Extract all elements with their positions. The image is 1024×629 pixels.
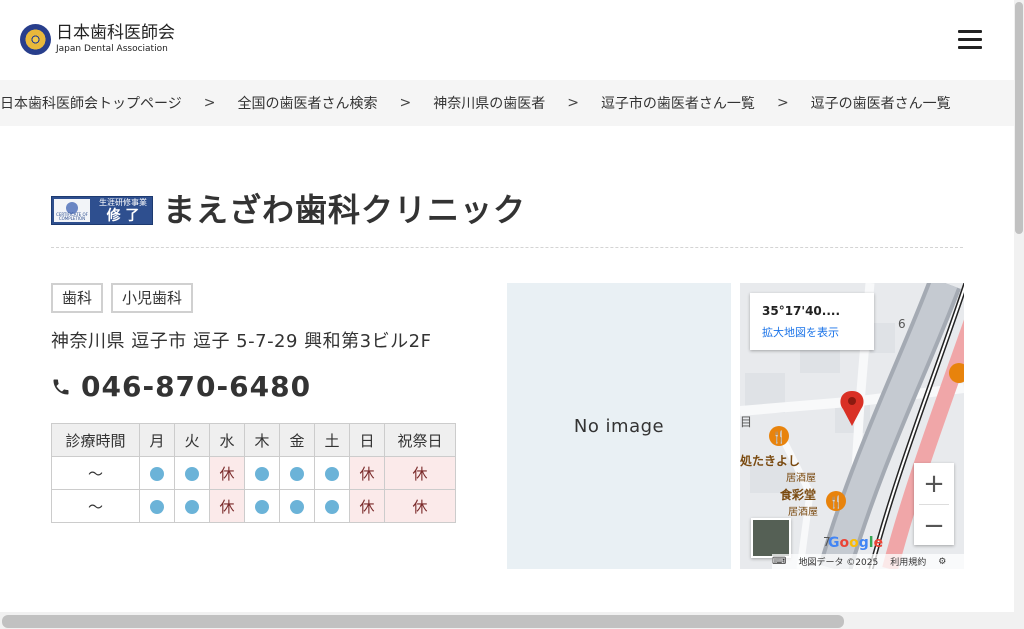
map-info-card: 35°17'40.... 拡大地図を表示 [750,293,874,350]
breadcrumb-separator: > [399,95,412,111]
table-header: 火 [174,423,210,457]
menu-icon[interactable] [958,30,982,50]
horizontal-scrollbar-thumb[interactable] [2,615,844,628]
map-footer: ⌨ 地図データ ©2025 利用規約 ⚙ [772,554,964,569]
table-header: 祝祭日 [384,423,456,457]
vertical-scrollbar-thumb[interactable] [1015,2,1023,234]
zoom-in-button[interactable]: + [914,463,954,504]
map-attribution: 地図データ ©2025 [798,558,879,568]
table-cell [279,489,315,523]
breadcrumb-separator: > [203,95,216,111]
table-cell [174,456,210,490]
table-header: 月 [139,423,175,457]
open-dot-icon [255,466,269,481]
breadcrumb-separator: > [567,95,579,111]
google-logo: Google [828,535,884,551]
site-header: 日本歯科医師会 Japan Dental Association [0,0,1014,80]
table-header: 土 [314,423,350,457]
specialty-tags: 歯科 小児歯科 [51,283,201,313]
map-coordinates: 35°17'40.... [762,304,841,318]
map-place-sublabel: 居酒屋 [788,507,818,518]
vertical-scrollbar[interactable] [1014,0,1024,629]
table-cell-time: 〜 [51,489,140,523]
table-header-row: 診療時間 月 火 水 木 金 土 日 祝祭日 [51,423,456,457]
table-cell [244,489,280,523]
keyboard-shortcuts-icon[interactable]: ⌨ [772,556,786,567]
open-dot-icon [185,499,199,514]
specialty-tag: 歯科 [51,283,104,313]
table-cell [314,489,350,523]
breadcrumb-item-search[interactable]: 全国の歯医者さん検索 [237,93,377,113]
open-dot-icon [325,466,339,481]
certificate-seal-icon: CERTIFICATE OF COMPLETION [54,199,90,222]
map-place-label: 処たきよし [740,454,801,468]
phone-number[interactable]: 046-870-6480 [81,370,311,403]
table-header: 水 [209,423,245,457]
badge-top-text: 生涯研修事業 [99,198,147,207]
google-map[interactable]: 🍴 🍴 処たきよし 居酒屋 食彩堂 居酒屋 6 7 目 35°17'40....… [740,283,964,569]
open-dot-icon [290,499,304,514]
horizontal-scrollbar[interactable] [0,612,1014,629]
table-cell [174,489,210,523]
logo-title: 日本歯科医師会 [56,23,175,43]
open-dot-icon [150,499,164,514]
table-cell [244,456,280,490]
open-dot-icon [150,466,164,481]
site-logo[interactable]: 日本歯科医師会 Japan Dental Association [20,24,175,55]
table-cell [279,456,315,490]
logo-emblem-icon [20,24,51,55]
table-cell [314,456,350,490]
breadcrumb-item-area[interactable]: 逗子の歯医者さん一覧 [811,93,951,113]
clinic-address: 神奈川県 逗子市 逗子 5-7-29 興和第3ビル2F [51,331,432,352]
logo-subtitle: Japan Dental Association [56,44,168,54]
table-cell [139,456,175,490]
table-cell-closed: 休 [384,489,456,523]
training-completion-badge: CERTIFICATE OF COMPLETION 生涯研修事業 修 了 [51,196,153,225]
clinic-name: まえざわ歯科クリニック [163,191,527,229]
table-cell-closed: 休 [349,456,385,490]
map-settings-icon[interactable]: ⚙ [938,557,946,567]
table-cell-closed: 休 [384,456,456,490]
map-zoom-control: + − [914,463,954,545]
table-row: 〜 休 休 休 [51,489,456,523]
specialty-tag: 小児歯科 [111,283,194,313]
table-row: 〜 休 休 休 [51,456,456,490]
svg-text:🍴: 🍴 [772,430,787,444]
map-area-label: 目 [740,415,753,429]
satellite-toggle-button[interactable] [751,518,791,558]
zoom-out-button[interactable]: − [914,505,954,546]
no-image-text: No image [573,415,665,437]
table-cell-closed: 休 [209,489,245,523]
phone-icon [53,379,69,394]
map-place-sublabel: 居酒屋 [786,473,816,484]
open-dot-icon [290,466,304,481]
table-cell [139,489,175,523]
table-cell-closed: 休 [349,489,385,523]
breadcrumb-item-prefecture[interactable]: 神奈川県の歯医者 [433,93,545,113]
breadcrumb-item-top[interactable]: 日本歯科医師会トップページ [0,93,182,113]
clinic-title-row: CERTIFICATE OF COMPLETION 生涯研修事業 修 了 まえざ… [51,190,963,248]
breadcrumb-item-city[interactable]: 逗子市の歯医者さん一覧 [601,93,755,113]
consultation-hours-table: 診療時間 月 火 水 木 金 土 日 祝祭日 〜 休 休 休 〜 休 休 休 [51,423,456,523]
clinic-phone[interactable]: 046-870-6480 [51,370,311,403]
open-dot-icon [185,466,199,481]
view-larger-map-link[interactable]: 拡大地図を表示 [762,324,874,340]
map-terms-link[interactable]: 利用規約 [890,555,926,568]
table-cell-closed: 休 [209,456,245,490]
table-header: 日 [349,423,385,457]
breadcrumb: 日本歯科医師会トップページ > 全国の歯医者さん検索 > 神奈川県の歯医者 > … [0,80,1014,126]
badge-main-text: 修 了 [106,208,140,224]
table-header: 木 [244,423,280,457]
table-header: 金 [279,423,315,457]
svg-text:🍴: 🍴 [829,495,844,509]
breadcrumb-separator: > [776,95,789,111]
open-dot-icon [325,499,339,514]
clinic-photo-placeholder: No image [507,283,731,569]
map-place-label: 食彩堂 [780,488,817,502]
map-street-number: 6 [898,317,906,331]
open-dot-icon [255,499,269,514]
table-cell-time: 〜 [51,456,140,490]
table-header: 診療時間 [51,423,140,457]
